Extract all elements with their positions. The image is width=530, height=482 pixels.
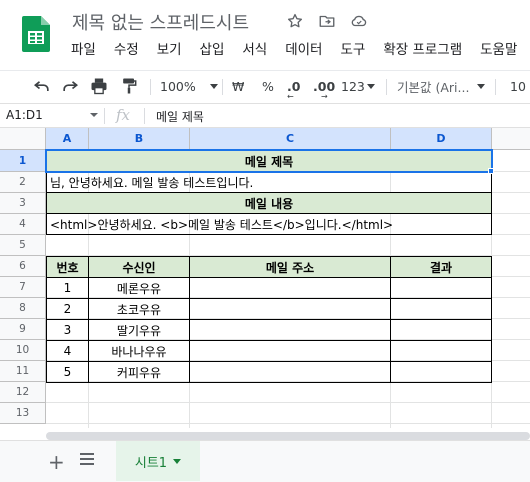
chevron-down-icon[interactable] [90, 113, 98, 117]
menu-bar: 파일 수정 보기 삽입 서식 데이터 도구 확장 프로그램 도움말 [62, 40, 526, 60]
table-header-email[interactable]: 메일 주소 [189, 256, 391, 278]
document-title[interactable]: 제목 없는 스프레드시트 [72, 9, 249, 35]
table-cell-recipient[interactable]: 딸기우유 [88, 319, 190, 341]
percent-format-button[interactable]: % [262, 75, 274, 97]
zoom-value: 100% [160, 78, 196, 94]
currency-format-button[interactable]: ₩ [232, 75, 244, 97]
arrow-left-icon: ← [287, 92, 294, 101]
mail-body-cell[interactable]: <html>안녕하세요. <b>메일 발송 테스트</b>입니다.</html> [46, 213, 492, 235]
table-cell-number[interactable]: 1 [46, 277, 89, 299]
table-cell-email[interactable] [189, 361, 391, 383]
row-header-3[interactable]: 3 [0, 193, 46, 214]
increase-decimal-button[interactable]: .00 → [313, 75, 335, 102]
column-header-b[interactable]: B [89, 128, 190, 150]
menu-file[interactable]: 파일 [62, 40, 105, 60]
row-header-13[interactable]: 13 [0, 403, 46, 424]
table-header-number[interactable]: 번호 [46, 256, 89, 278]
redo-icon[interactable] [60, 75, 80, 97]
menu-help[interactable]: 도움말 [471, 40, 526, 60]
mail-body-header[interactable]: 메일 내용 [46, 192, 492, 214]
menu-data[interactable]: 데이터 [276, 40, 331, 60]
print-icon[interactable] [89, 75, 109, 97]
menu-extensions[interactable]: 확장 프로그램 [374, 40, 471, 60]
toolbar: 100% ₩ % .0 ← .00 → 123 기본값 (Ari... 10 [0, 70, 530, 102]
number-format-select[interactable]: 123 [341, 75, 375, 97]
chevron-down-icon [209, 83, 218, 89]
table-cell-number[interactable]: 4 [46, 340, 89, 362]
row-header-6[interactable]: 6 [0, 256, 46, 277]
column-header-d[interactable]: D [391, 128, 492, 150]
fx-icon: fx [116, 106, 131, 124]
table-cell-result[interactable] [390, 361, 492, 383]
menu-edit[interactable]: 수정 [105, 40, 148, 60]
menu-insert[interactable]: 삽입 [191, 40, 234, 60]
fill-handle[interactable] [488, 168, 494, 174]
column-header-e[interactable] [492, 128, 530, 150]
table-cell-email[interactable] [189, 340, 391, 362]
row-header-2[interactable]: 2 [0, 172, 46, 193]
column-header-c[interactable]: C [190, 128, 391, 150]
table-cell-number[interactable]: 2 [46, 298, 89, 320]
table-header-result[interactable]: 결과 [390, 256, 492, 278]
table-cell-number[interactable]: 5 [46, 361, 89, 383]
table-cell-email[interactable] [189, 319, 391, 341]
table-header-recipient[interactable]: 수신인 [88, 256, 190, 278]
menu-tools[interactable]: 도구 [331, 40, 374, 60]
table-cell-result[interactable] [390, 298, 492, 320]
table-cell-result[interactable] [390, 277, 492, 299]
row-header-9[interactable]: 9 [0, 319, 46, 340]
column-header-a[interactable]: A [46, 128, 89, 150]
font-family-label: 기본값 (Ari... [397, 79, 470, 95]
table-cell-result[interactable] [390, 319, 492, 341]
table-cell-recipient[interactable]: 커피우유 [88, 361, 190, 383]
table-cell-result[interactable] [390, 340, 492, 362]
decrease-decimal-button[interactable]: .0 ← [287, 75, 300, 102]
horizontal-scrollbar[interactable] [46, 432, 530, 440]
row-header-11[interactable]: 11 [0, 361, 46, 382]
row-header-5[interactable]: 5 [0, 235, 46, 256]
paint-format-icon[interactable] [119, 75, 139, 97]
move-folder-icon[interactable] [316, 11, 338, 31]
mail-subject-header[interactable]: 메일 제목 [46, 150, 492, 172]
font-family-select[interactable]: 기본값 (Ari... [397, 75, 486, 97]
number-format-label: 123 [341, 78, 365, 94]
table-cell-recipient[interactable]: 메론우유 [88, 277, 190, 299]
row-header-8[interactable]: 8 [0, 298, 46, 319]
formula-bar: A1:D1 fx 메일 제목 [0, 103, 530, 128]
add-sheet-icon[interactable]: + [48, 450, 65, 474]
row-header-7[interactable]: 7 [0, 277, 46, 298]
arrow-right-icon: → [321, 92, 328, 101]
name-box[interactable]: A1:D1 [6, 108, 43, 122]
mail-subject-cell[interactable]: 님, 안녕하세요. 메일 발송 테스트입니다. [46, 171, 492, 193]
cloud-status-icon[interactable] [348, 11, 370, 31]
table-cell-recipient[interactable]: 초코우유 [88, 298, 190, 320]
star-icon[interactable] [284, 11, 306, 31]
sheet-tab-active[interactable]: 시트1 [116, 441, 200, 481]
select-all-corner[interactable] [0, 128, 46, 150]
chevron-down-icon[interactable] [173, 458, 182, 464]
row-header-1[interactable]: 1 [0, 150, 46, 172]
chevron-down-icon [366, 83, 375, 89]
table-cell-email[interactable] [189, 277, 391, 299]
sheet-tab-bar: + 시트1 [0, 440, 530, 482]
row-header-10[interactable]: 10 [0, 340, 46, 361]
sheet-tab-label: 시트1 [134, 455, 168, 471]
title-actions [284, 11, 370, 31]
table-cell-recipient[interactable]: 바나나우유 [88, 340, 190, 362]
spreadsheet-grid[interactable]: A B C D 1 2 3 4 5 6 7 8 9 10 11 12 13 메일… [0, 128, 530, 428]
table-cell-number[interactable]: 3 [46, 319, 89, 341]
menu-view[interactable]: 보기 [148, 40, 191, 60]
chevron-down-icon [477, 83, 486, 89]
zoom-select[interactable]: 100% [160, 75, 218, 97]
formula-input[interactable]: 메일 제목 [156, 108, 204, 125]
font-size-field[interactable]: 10 [510, 75, 526, 97]
sheets-logo-icon[interactable] [22, 16, 50, 52]
all-sheets-icon[interactable] [80, 453, 94, 465]
row-header-12[interactable]: 12 [0, 382, 46, 403]
undo-icon[interactable] [32, 75, 52, 97]
table-cell-email[interactable] [189, 298, 391, 320]
menu-format[interactable]: 서식 [233, 40, 276, 60]
row-header-4[interactable]: 4 [0, 214, 46, 235]
